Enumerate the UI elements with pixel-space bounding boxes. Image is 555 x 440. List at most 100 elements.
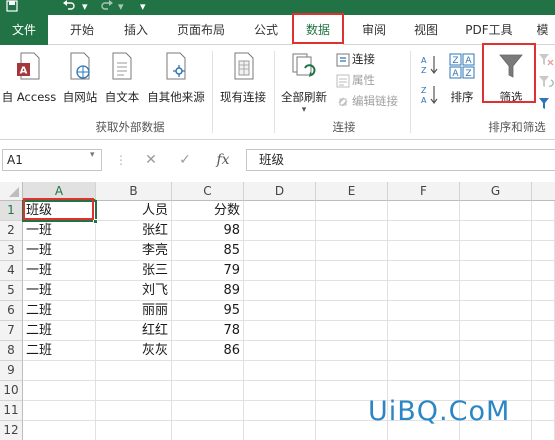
cell[interactable] — [460, 201, 532, 221]
clear-filter-button[interactable] — [537, 53, 555, 67]
sort-descending-button[interactable]: Z A — [418, 83, 442, 105]
cell[interactable] — [532, 281, 555, 301]
refresh-all-button[interactable]: 全部刷新 ▾ — [276, 51, 332, 115]
cell[interactable] — [388, 201, 460, 221]
row-header-9[interactable]: 9 — [0, 361, 23, 381]
cell[interactable] — [532, 241, 555, 261]
cell[interactable] — [172, 361, 244, 381]
cell[interactable] — [532, 421, 555, 440]
cell[interactable] — [244, 201, 316, 221]
row-header-10[interactable]: 10 — [0, 381, 23, 401]
undo-icon[interactable] — [62, 0, 78, 15]
row-header-4[interactable]: 4 — [0, 261, 23, 281]
from-access-button[interactable]: A 自 Access — [0, 51, 58, 105]
cell[interactable] — [316, 301, 388, 321]
properties-button[interactable]: 属性 — [336, 72, 375, 88]
cell[interactable] — [23, 361, 96, 381]
cell[interactable] — [388, 361, 460, 381]
cell[interactable] — [460, 361, 532, 381]
row-header-12[interactable]: 12 — [0, 421, 23, 440]
from-text-button[interactable]: 自文本 — [102, 51, 142, 105]
advanced-filter-button[interactable] — [537, 97, 555, 111]
table-cell[interactable]: 89 — [172, 281, 244, 301]
cell[interactable] — [532, 321, 555, 341]
row-header-1[interactable]: 1 — [0, 201, 23, 221]
cell[interactable] — [244, 301, 316, 321]
header-cell[interactable]: 分数 — [172, 201, 244, 221]
cell[interactable] — [172, 381, 244, 401]
edit-links-button[interactable]: 编辑链接 — [336, 93, 398, 109]
table-cell[interactable]: 86 — [172, 341, 244, 361]
row-header-5[interactable]: 5 — [0, 281, 23, 301]
redo-dropdown-icon[interactable]: ▾ — [118, 0, 126, 15]
sort-button[interactable]: Z A A Z 排序 — [444, 51, 480, 105]
existing-connections-button[interactable]: 现有连接 — [214, 51, 272, 105]
cell[interactable] — [316, 281, 388, 301]
row-header-7[interactable]: 7 — [0, 321, 23, 341]
cell[interactable] — [244, 341, 316, 361]
table-cell[interactable]: 一班 — [23, 221, 96, 241]
cell[interactable] — [388, 301, 460, 321]
cell[interactable] — [244, 261, 316, 281]
table-cell[interactable]: 一班 — [23, 241, 96, 261]
cell[interactable] — [96, 361, 172, 381]
column-header-c[interactable]: C — [172, 182, 244, 201]
cell[interactable] — [96, 401, 172, 421]
row-header-3[interactable]: 3 — [0, 241, 23, 261]
table-cell[interactable]: 灰灰 — [96, 341, 172, 361]
reapply-filter-button[interactable] — [537, 75, 555, 89]
cell[interactable] — [532, 301, 555, 321]
cell[interactable] — [316, 341, 388, 361]
cell[interactable] — [532, 201, 555, 221]
table-cell[interactable]: 张红 — [96, 221, 172, 241]
cell[interactable] — [96, 421, 172, 440]
table-cell[interactable]: 丽丽 — [96, 301, 172, 321]
table-cell[interactable]: 二班 — [23, 321, 96, 341]
table-cell[interactable]: 85 — [172, 241, 244, 261]
cell[interactable] — [244, 241, 316, 261]
column-header-b[interactable]: B — [96, 182, 172, 201]
cell[interactable] — [532, 341, 555, 361]
cell[interactable] — [460, 281, 532, 301]
table-cell[interactable]: 一班 — [23, 281, 96, 301]
column-header-e[interactable]: E — [316, 182, 388, 201]
undo-dropdown-icon[interactable]: ▾ — [82, 0, 90, 15]
cell[interactable] — [388, 261, 460, 281]
table-cell[interactable]: 刘飞 — [96, 281, 172, 301]
cell[interactable] — [532, 261, 555, 281]
cell[interactable] — [460, 301, 532, 321]
cell[interactable] — [388, 341, 460, 361]
name-box[interactable]: A1 — [2, 149, 102, 171]
table-cell[interactable]: 78 — [172, 321, 244, 341]
column-header-d[interactable]: D — [244, 182, 316, 201]
cell[interactable] — [388, 281, 460, 301]
row-header-8[interactable]: 8 — [0, 341, 23, 361]
column-header-g[interactable]: G — [460, 182, 532, 201]
tab-formulas[interactable]: 公式 — [242, 15, 290, 45]
table-cell[interactable]: 95 — [172, 301, 244, 321]
insert-function-icon[interactable]: fx — [208, 149, 238, 171]
cell[interactable] — [460, 221, 532, 241]
sort-ascending-button[interactable]: A Z — [418, 53, 442, 75]
from-other-sources-button[interactable]: 自其他来源 — [144, 51, 208, 105]
table-cell[interactable]: 98 — [172, 221, 244, 241]
cancel-icon[interactable]: ✕ — [138, 149, 164, 171]
table-cell[interactable]: 红红 — [96, 321, 172, 341]
cell[interactable] — [23, 381, 96, 401]
tab-home[interactable]: 开始 — [58, 15, 106, 45]
tab-page-layout[interactable]: 页面布局 — [166, 15, 236, 45]
cell[interactable] — [532, 221, 555, 241]
tab-review[interactable]: 审阅 — [350, 15, 398, 45]
cell[interactable] — [388, 221, 460, 241]
name-box-dropdown-icon[interactable]: ▾ — [90, 150, 95, 160]
cell[interactable] — [460, 321, 532, 341]
cell[interactable] — [316, 321, 388, 341]
row-header-6[interactable]: 6 — [0, 301, 23, 321]
formula-input[interactable]: 班级 — [246, 149, 555, 171]
cell[interactable] — [460, 341, 532, 361]
cell[interactable] — [172, 401, 244, 421]
row-header-2[interactable]: 2 — [0, 221, 23, 241]
cell[interactable] — [244, 321, 316, 341]
cell[interactable] — [244, 401, 316, 421]
column-header-f[interactable]: F — [388, 182, 460, 201]
